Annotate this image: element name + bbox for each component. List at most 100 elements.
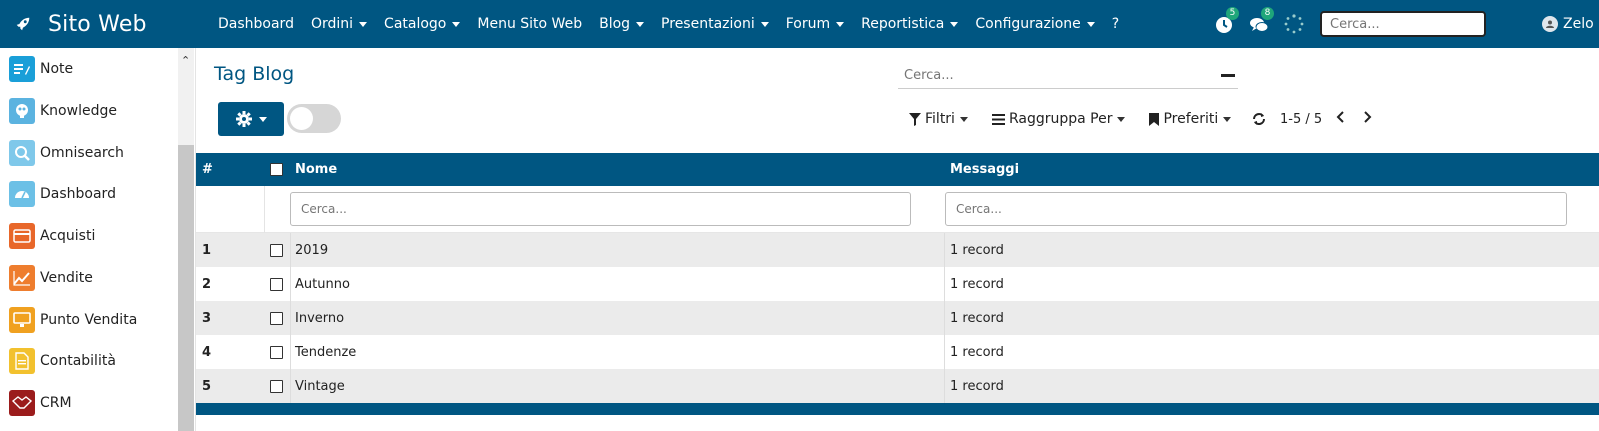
sidebar-item-knowledge[interactable]: Knowledge	[9, 96, 117, 126]
systray: 5 8	[1213, 0, 1318, 48]
row-index: 2	[202, 276, 212, 292]
divider	[264, 186, 265, 233]
sidebar-item-dashboard[interactable]: Dashboard	[9, 179, 116, 209]
user-icon	[1546, 20, 1554, 28]
sidebar-item-contabilita[interactable]: Contabilità	[9, 346, 116, 376]
favorites-button[interactable]: Preferiti	[1149, 111, 1232, 127]
divider	[944, 233, 945, 267]
column-header-messaggi[interactable]: Messaggi	[950, 153, 1019, 186]
menu-item-dashboard[interactable]: Dashboard	[218, 16, 294, 32]
row-checkbox-wrap[interactable]	[270, 267, 283, 301]
sidebar-item-note[interactable]: Note	[9, 54, 73, 84]
view-toggle[interactable]	[287, 104, 341, 133]
avatar	[1542, 16, 1558, 32]
row-checkbox-wrap[interactable]	[270, 301, 283, 335]
column-header-nome[interactable]: Nome	[295, 153, 337, 186]
row-checkbox[interactable]	[270, 345, 283, 359]
sidebar-item-crm[interactable]: CRM	[9, 388, 72, 418]
divider	[290, 335, 291, 369]
table-row[interactable]: 1 2019 1 record	[196, 233, 1599, 267]
row-checkbox-wrap[interactable]	[270, 233, 283, 267]
caret-down-icon	[836, 21, 845, 27]
pager: 1-5 / 5	[1252, 103, 1372, 135]
menu-item-reportistica[interactable]: Reportistica	[861, 16, 959, 32]
menu-item-help[interactable]: ?	[1112, 16, 1119, 32]
user-menu[interactable]: Zelo	[1542, 0, 1594, 48]
menu-item-catalogo[interactable]: Catalogo	[384, 16, 461, 32]
caret-down-icon	[1223, 116, 1232, 122]
menu-item-configurazione[interactable]: Configurazione	[975, 16, 1095, 32]
table-row[interactable]: 5 Vintage 1 record	[196, 369, 1599, 403]
rocket-icon	[16, 17, 30, 31]
menu-item-presentazioni[interactable]: Presentazioni	[661, 16, 769, 32]
messages-button[interactable]: 8	[1248, 7, 1274, 35]
menu-item-label: Forum	[785, 16, 831, 32]
top-search-input[interactable]	[1320, 11, 1486, 37]
menu-item-label: Reportistica	[861, 16, 945, 32]
search-clear-icon[interactable]	[1221, 74, 1235, 77]
sidebar-item-acquisti[interactable]: Acquisti	[9, 221, 95, 251]
table-row[interactable]: 4 Tendenze 1 record	[196, 335, 1599, 369]
select-all-checkbox[interactable]	[270, 163, 283, 176]
sidebar-item-label: Acquisti	[40, 228, 96, 244]
row-index: 3	[202, 310, 212, 326]
column-header-index: #	[202, 162, 213, 177]
row-checkbox[interactable]	[270, 379, 283, 393]
sidebar-item-label: Knowledge	[40, 103, 117, 119]
menu-item-blog[interactable]: Blog	[599, 16, 645, 32]
menu-item-label: ?	[1111, 16, 1120, 32]
menu-item-label: Ordini	[310, 16, 354, 32]
sidebar-item-punto-vendita[interactable]: Punto Vendita	[9, 305, 137, 335]
caret-down-icon	[959, 116, 968, 122]
chevron-right-icon[interactable]	[1364, 111, 1372, 127]
row-checkbox[interactable]	[270, 243, 283, 257]
row-checkbox[interactable]	[270, 311, 283, 325]
filter-nome-input[interactable]	[290, 192, 911, 226]
menu-item-forum[interactable]: Forum	[785, 16, 845, 32]
sidebar-scrollbar-thumb[interactable]	[178, 145, 194, 431]
filter-messaggi-input[interactable]	[945, 192, 1567, 226]
row-checkbox-wrap[interactable]	[270, 369, 283, 403]
toggle-knob	[290, 107, 313, 130]
search-input[interactable]	[898, 63, 1238, 89]
menu-item-menu-sito-web[interactable]: Menu Sito Web	[477, 16, 582, 32]
row-name: Tendenze	[295, 344, 357, 360]
sidebar-item-label: Vendite	[40, 270, 93, 286]
select-all-checkbox-wrap[interactable]	[270, 153, 283, 186]
top-navbar: Sito Web Dashboard Ordini Catalogo Menu …	[0, 0, 1599, 48]
row-index: 1	[202, 242, 212, 258]
row-checkbox-wrap[interactable]	[270, 335, 283, 369]
divider	[944, 267, 945, 301]
caret-down-icon	[636, 21, 645, 27]
pager-value[interactable]: 1-5 / 5	[1280, 112, 1322, 127]
menu-item-label: Dashboard	[218, 16, 294, 32]
action-menu-button[interactable]	[218, 102, 284, 136]
app-brand[interactable]: Sito Web	[14, 0, 147, 48]
sidebar-item-label: Contabilità	[40, 353, 116, 369]
sidebar-item-omnisearch[interactable]: Omnisearch	[9, 138, 124, 168]
dashboard-icon	[9, 181, 35, 207]
note-icon	[9, 56, 35, 82]
sidebar-item-label: Note	[40, 61, 74, 77]
groupby-button[interactable]: Raggruppa Per	[991, 111, 1126, 127]
sidebar-item-label: Omnisearch	[40, 145, 124, 161]
chevron-left-icon[interactable]	[1336, 111, 1344, 127]
menu-item-label: Blog	[599, 16, 631, 32]
refresh-icon[interactable]	[1252, 112, 1266, 126]
table-row[interactable]: 2 Autunno 1 record	[196, 267, 1599, 301]
scroll-up-icon[interactable]: ⌃	[181, 54, 190, 67]
menu-item-ordini[interactable]: Ordini	[310, 16, 368, 32]
caret-down-icon	[359, 21, 368, 27]
menu-item-label: Catalogo	[384, 16, 447, 32]
caret-down-icon	[452, 21, 461, 27]
gear-icon	[236, 111, 252, 127]
sidebar-item-vendite[interactable]: Vendite	[9, 263, 93, 293]
divider	[290, 369, 291, 403]
filters-button[interactable]: Filtri	[909, 111, 968, 127]
table-row[interactable]: 3 Inverno 1 record	[196, 301, 1599, 335]
app-title: Sito Web	[48, 11, 147, 37]
page-title: Tag Blog	[214, 63, 295, 85]
row-checkbox[interactable]	[270, 277, 283, 291]
activity-button[interactable]: 5	[1213, 7, 1239, 35]
column-filter-row	[196, 186, 1599, 233]
